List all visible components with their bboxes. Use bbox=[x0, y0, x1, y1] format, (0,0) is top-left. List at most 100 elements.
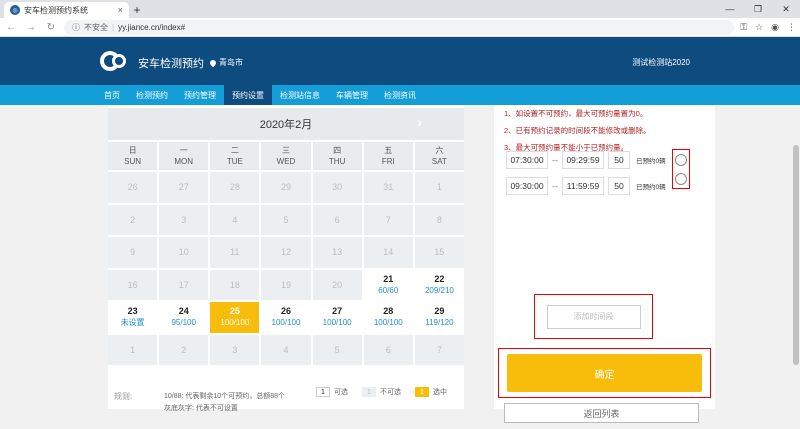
day-number: 17 bbox=[178, 279, 189, 290]
slot-max-input[interactable]: 50 bbox=[608, 151, 630, 169]
maximize-icon[interactable]: ❐ bbox=[744, 0, 772, 18]
weekday-0: 日 SUN bbox=[108, 142, 158, 170]
slot-max-input[interactable]: 50 bbox=[608, 177, 630, 195]
calendar-day[interactable]: 24 95/100 bbox=[159, 302, 209, 333]
slot-start-input[interactable]: 07:30:00 bbox=[506, 151, 548, 169]
calendar-day: 6 bbox=[312, 204, 362, 235]
info-icon[interactable]: ⓘ bbox=[72, 22, 80, 33]
slot-radio-2[interactable] bbox=[675, 172, 687, 185]
calendar-day: 7 bbox=[414, 334, 464, 365]
location-pin-icon bbox=[208, 58, 218, 67]
legend-item: 1 不可选 bbox=[362, 387, 401, 397]
slot-start-input[interactable]: 09:30:00 bbox=[506, 177, 548, 195]
weekday-en: FRI bbox=[381, 157, 395, 166]
weekday-en: WED bbox=[276, 157, 296, 166]
calendar-day: 30 bbox=[312, 172, 362, 203]
calendar-day[interactable]: 23 未设置 bbox=[108, 302, 158, 333]
slot-end-input[interactable]: 11:59:59 bbox=[562, 177, 604, 195]
calendar-day: 12 bbox=[261, 237, 311, 268]
nav-item-1[interactable]: 检测预约 bbox=[128, 85, 176, 105]
add-slot-highlight: 添加时间段 bbox=[534, 294, 653, 339]
key-icon[interactable]: ⚿ bbox=[740, 22, 747, 33]
calendar-day[interactable]: 26 100/100 bbox=[261, 302, 311, 333]
calendar-day: 18 bbox=[210, 269, 260, 300]
day-capacity: 95/100 bbox=[171, 318, 196, 328]
weekday-6: 六 SAT bbox=[414, 142, 464, 170]
bookmark-star-icon[interactable]: ☆ bbox=[755, 22, 763, 33]
day-number: 6 bbox=[334, 214, 340, 225]
weekday-cn: 一 bbox=[179, 146, 188, 155]
close-window-icon[interactable]: ✕ bbox=[772, 0, 800, 18]
slot-booked-label: 已预约0辆 bbox=[636, 184, 666, 191]
weekday-3: 三 WED bbox=[261, 142, 311, 170]
weekday-5: 五 FRI bbox=[363, 142, 413, 170]
day-number: 21 bbox=[383, 273, 394, 284]
calendar-day[interactable]: 22 209/210 bbox=[414, 269, 464, 300]
timeslot-row: 09:30:00 -- 11:59:59 50 已预约0辆 bbox=[506, 177, 676, 195]
calendar-day[interactable]: 28 100/100 bbox=[363, 302, 413, 333]
url-field[interactable]: ⓘ 不安全 | yy.jiance.cn/index# bbox=[64, 19, 735, 35]
confirm-button[interactable]: 确定 bbox=[507, 354, 702, 392]
day-number: 28 bbox=[229, 182, 240, 193]
calendar-month-title: 2020年2月 bbox=[259, 119, 313, 131]
account-icon[interactable]: ◉ bbox=[771, 22, 779, 33]
day-number: 14 bbox=[383, 247, 394, 258]
calendar-day: 15 bbox=[414, 237, 464, 268]
slot-radio-1[interactable] bbox=[675, 153, 687, 166]
day-number: 4 bbox=[283, 344, 289, 355]
nav-item-4[interactable]: 检测站信息 bbox=[272, 85, 328, 105]
calendar-day: 31 bbox=[363, 172, 413, 203]
legend-items: 1 可选 1 不可选 1 选中 bbox=[316, 387, 455, 397]
nav-item-6[interactable]: 检测资讯 bbox=[376, 85, 424, 105]
calendar-day: 9 bbox=[108, 237, 158, 268]
day-number: 28 bbox=[383, 306, 394, 317]
back-to-list-button[interactable]: 返回列表 bbox=[504, 403, 699, 423]
tab-title: 安车检测预约系统 bbox=[24, 5, 88, 15]
day-number: 2 bbox=[181, 344, 187, 355]
day-number: 1 bbox=[130, 344, 136, 355]
scrollbar-thumb[interactable] bbox=[793, 145, 799, 365]
nav-item-3[interactable]: 预约设置 bbox=[224, 85, 272, 105]
city-label: 青岛市 bbox=[219, 58, 243, 67]
browser-tabbar: ◎ 安车检测预约系统 × + — ❐ ✕ bbox=[0, 0, 800, 18]
new-tab-button[interactable]: + bbox=[129, 2, 145, 18]
day-number: 1 bbox=[436, 182, 442, 193]
page-scrollbar[interactable] bbox=[792, 105, 800, 409]
back-icon[interactable]: ← bbox=[4, 22, 18, 33]
day-number: 27 bbox=[178, 182, 189, 193]
calendar-day[interactable]: 21 60/60 bbox=[363, 269, 413, 300]
calendar-day: 17 bbox=[159, 269, 209, 300]
calendar-day[interactable]: 29 119/120 bbox=[414, 302, 464, 333]
nav-item-2[interactable]: 预约管理 bbox=[176, 85, 224, 105]
weekday-en: MON bbox=[174, 157, 194, 166]
range-separator: -- bbox=[552, 181, 558, 191]
weekday-cn: 二 bbox=[230, 146, 239, 155]
url-separator: | bbox=[112, 22, 115, 32]
day-number: 12 bbox=[280, 247, 291, 258]
nav-item-0[interactable]: 首页 bbox=[96, 85, 128, 105]
weekday-header: 日 SUN 一 MON 二 TUE 三 WED 四 THU 五 FRI 六 SAT bbox=[108, 142, 464, 170]
calendar-day[interactable]: 27 100/100 bbox=[312, 302, 362, 333]
calendar-day[interactable]: 25 100/100 bbox=[210, 302, 260, 333]
day-capacity: 100/100 bbox=[322, 318, 352, 328]
browser-tab[interactable]: ◎ 安车检测预约系统 × bbox=[4, 2, 129, 18]
note-line: 2、已有预约记录的时间段不能修改或删除。 bbox=[504, 126, 651, 135]
add-timeslot-button[interactable]: 添加时间段 bbox=[546, 304, 641, 329]
reload-icon[interactable]: ↻ bbox=[44, 22, 58, 33]
minimize-icon[interactable]: — bbox=[716, 0, 744, 18]
day-number: 5 bbox=[283, 214, 289, 225]
calendar-day: 3 bbox=[159, 204, 209, 235]
calendar-day: 1 bbox=[414, 172, 464, 203]
tab-close-icon[interactable]: × bbox=[118, 5, 123, 15]
slot-end-input[interactable]: 09:29:59 bbox=[562, 151, 604, 169]
next-month-arrow-icon[interactable]: › bbox=[417, 114, 422, 130]
calendar: 2020年2月 › 日 SUN 一 MON 二 TUE 三 WED 四 THU 五 FRI 六 SAT 2… bbox=[108, 105, 464, 412]
menu-dots-icon[interactable]: ⋮ bbox=[787, 22, 796, 33]
nav-item-5[interactable]: 车辆管理 bbox=[328, 85, 376, 105]
calendar-day: 7 bbox=[363, 204, 413, 235]
city-selector[interactable]: 青岛市 bbox=[208, 57, 243, 68]
site-logo-icon[interactable] bbox=[100, 49, 130, 73]
legend-item: 1 选中 bbox=[415, 387, 447, 397]
forward-icon[interactable]: → bbox=[24, 22, 38, 33]
day-number: 20 bbox=[332, 279, 343, 290]
